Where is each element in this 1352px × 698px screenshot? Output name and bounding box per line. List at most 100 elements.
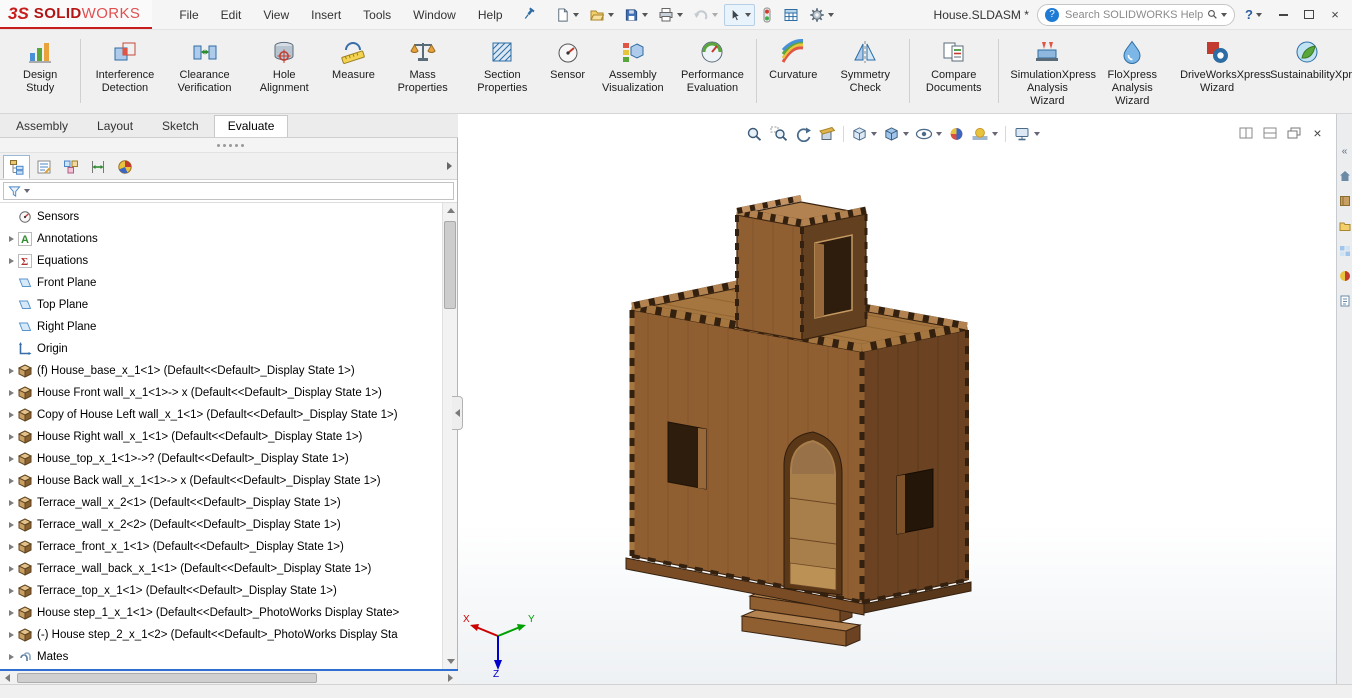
file-explorer-icon[interactable] <box>1338 219 1352 233</box>
help-menu-button[interactable]: ? <box>1245 7 1262 22</box>
pin-menu-icon[interactable] <box>522 7 536 22</box>
tree-item-house-top[interactable]: House_top_x_1<1>->? (Default<<Default>_D… <box>0 448 442 470</box>
tree-item-house-step-2[interactable]: (-) House step_2_x_1<2> (Default<<Defaul… <box>0 624 442 646</box>
tree-item-mates[interactable]: Mates <box>0 646 442 668</box>
menu-help[interactable]: Help <box>467 1 514 29</box>
tree-item-terrace-wall-2[interactable]: Terrace_wall_x_2<2> (Default<<Default>_D… <box>0 514 442 536</box>
ribbon-button-sensor[interactable]: Sensor <box>542 33 593 113</box>
ribbon-button-simulationxpress[interactable]: SimulationXpress Analysis Wizard <box>1002 33 1092 113</box>
tab-assembly[interactable]: Assembly <box>2 115 82 137</box>
open-icon[interactable] <box>585 4 618 26</box>
tree-item-house-right-wall[interactable]: House Right wall_x_1<1> (Default<<Defaul… <box>0 426 442 448</box>
view-settings-icon[interactable] <box>1011 124 1042 144</box>
menu-edit[interactable]: Edit <box>210 1 253 29</box>
scrollbar-thumb[interactable] <box>17 673 317 683</box>
tree-vertical-scrollbar[interactable] <box>442 203 457 669</box>
section-view-icon[interactable] <box>816 124 838 144</box>
expand-arrow-icon[interactable] <box>5 478 17 484</box>
custom-properties-icon[interactable] <box>1338 294 1352 308</box>
scroll-left-arrow-icon[interactable] <box>0 671 15 684</box>
expand-arrow-icon[interactable] <box>5 368 17 374</box>
expand-arrow-icon[interactable] <box>5 566 17 572</box>
house-3d-model[interactable] <box>458 114 1336 684</box>
hide-show-items-icon[interactable] <box>913 124 944 144</box>
tree-item-house-step-1[interactable]: House step_1_x_1<1> (Default<<Default>_P… <box>0 602 442 624</box>
edit-appearance-icon[interactable] <box>946 124 967 144</box>
ribbon-button-measure[interactable]: Measure <box>324 33 383 113</box>
save-icon[interactable] <box>620 4 652 26</box>
restore-window-icon[interactable] <box>1283 124 1304 142</box>
view-orientation-icon[interactable] <box>849 124 879 144</box>
tree-item-equations[interactable]: Σ Equations <box>0 250 442 272</box>
previous-view-icon[interactable] <box>792 124 814 144</box>
collapse-chevron-icon[interactable]: « <box>1338 144 1352 158</box>
ribbon-button-hole-alignment[interactable]: Hole Alignment <box>244 33 324 113</box>
menu-insert[interactable]: Insert <box>300 1 352 29</box>
apply-scene-icon[interactable] <box>969 124 1000 144</box>
maximize-button[interactable] <box>1296 5 1322 25</box>
scrollbar-thumb[interactable] <box>444 221 456 309</box>
ribbon-button-sustainabilityxpress[interactable]: SustainabilityXpress <box>1262 33 1352 113</box>
tab-propertymanager[interactable] <box>30 155 57 179</box>
tree-item-terrace-top[interactable]: Terrace_top_x_1<1> (Default<<Default>_Di… <box>0 580 442 602</box>
solidworks-resources-icon[interactable] <box>1338 169 1352 183</box>
menu-file[interactable]: File <box>168 1 209 29</box>
menu-window[interactable]: Window <box>402 1 467 29</box>
expand-arrow-icon[interactable] <box>5 522 17 528</box>
expand-arrow-icon[interactable] <box>5 610 17 616</box>
panel-expand-chevron[interactable] <box>441 153 457 179</box>
undo-icon[interactable] <box>689 4 722 26</box>
ribbon-button-mass-properties[interactable]: Mass Properties <box>383 33 463 113</box>
tree-item-house-back-wall[interactable]: House Back wall_x_1<1>-> x (Default<<Def… <box>0 470 442 492</box>
menu-tools[interactable]: Tools <box>352 1 402 29</box>
tree-item-terrace-front[interactable]: Terrace_front_x_1<1> (Default<<Default>_… <box>0 536 442 558</box>
tree-item-top-plane[interactable]: Top Plane <box>0 294 442 316</box>
ribbon-button-assembly-visualization[interactable]: Assembly Visualization <box>593 33 673 113</box>
options-gear-icon[interactable] <box>805 4 838 26</box>
ribbon-button-performance-evaluation[interactable]: Performance Evaluation <box>673 33 753 113</box>
expand-arrow-icon[interactable] <box>5 434 17 440</box>
expand-arrow-icon[interactable] <box>5 588 17 594</box>
tab-layout[interactable]: Layout <box>83 115 147 137</box>
new-document-icon[interactable] <box>551 4 583 26</box>
display-style-icon[interactable] <box>881 124 911 144</box>
graphics-viewport[interactable]: × <box>458 114 1336 684</box>
ribbon-button-interference-detection[interactable]: Interference Detection <box>85 33 165 113</box>
ribbon-button-section-properties[interactable]: Section Properties <box>462 33 542 113</box>
tree-item-copy-house-left-wall[interactable]: Copy of House Left wall_x_1<1> (Default<… <box>0 404 442 426</box>
ribbon-button-driveworksxpress[interactable]: DriveWorksXpress Wizard <box>1172 33 1262 113</box>
tab-featuremanager[interactable] <box>3 155 30 179</box>
expand-arrow-icon[interactable] <box>5 412 17 418</box>
ribbon-button-clearance-verification[interactable]: Clearance Verification <box>165 33 245 113</box>
xpert-table-icon[interactable] <box>779 4 803 26</box>
expand-arrow-icon[interactable] <box>5 236 17 242</box>
tree-item-front-plane[interactable]: Front Plane <box>0 272 442 294</box>
appearances-scenes-icon[interactable] <box>1338 269 1352 283</box>
filter-box[interactable] <box>3 182 454 200</box>
ribbon-button-curvature[interactable]: Curvature <box>761 33 825 113</box>
rebuild-stoplight-icon[interactable] <box>757 4 777 26</box>
tree-horizontal-scrollbar[interactable] <box>0 669 458 684</box>
view-palette-icon[interactable] <box>1338 244 1352 258</box>
scroll-down-arrow-icon[interactable] <box>443 654 457 669</box>
tab-dimxpertmanager[interactable] <box>84 155 111 179</box>
tree-item-house-front-wall[interactable]: House Front wall_x_1<1>-> x (Default<<De… <box>0 382 442 404</box>
scroll-up-arrow-icon[interactable] <box>443 203 457 218</box>
print-icon[interactable] <box>654 4 687 26</box>
minimize-button[interactable] <box>1270 5 1296 25</box>
tree-item-terrace-wall-back[interactable]: Terrace_wall_back_x_1<1> (Default<<Defau… <box>0 558 442 580</box>
tree-item-annotations[interactable]: A Annotations <box>0 228 442 250</box>
ribbon-button-design-study[interactable]: Design Study <box>4 33 76 113</box>
close-button[interactable]: × <box>1322 5 1348 25</box>
filter-input[interactable] <box>30 185 449 197</box>
expand-arrow-icon[interactable] <box>5 258 17 264</box>
tab-evaluate[interactable]: Evaluate <box>214 115 289 137</box>
select-cursor-icon[interactable] <box>724 4 755 26</box>
ribbon-button-symmetry-check[interactable]: Symmetry Check <box>825 33 905 113</box>
split-pane-icon[interactable] <box>1235 124 1256 142</box>
new-pane-icon[interactable] <box>1259 124 1280 142</box>
menu-view[interactable]: View <box>252 1 300 29</box>
scroll-right-arrow-icon[interactable] <box>443 671 458 684</box>
tree-item-right-plane[interactable]: Right Plane <box>0 316 442 338</box>
panel-drag-handle[interactable] <box>0 138 457 153</box>
